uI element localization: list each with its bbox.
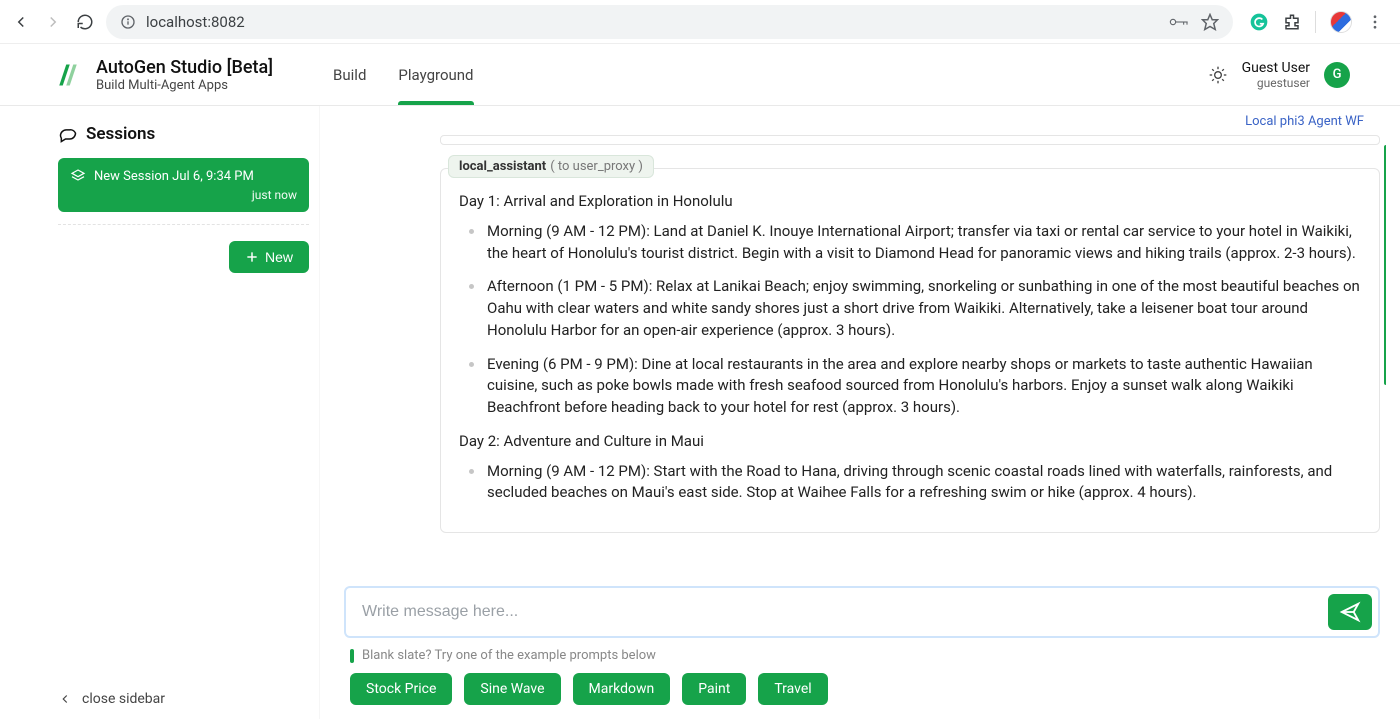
chat-scroll[interactable]: local_assistant ( to user_proxy ) Day 1:… [338,135,1386,576]
user-name: Guest User [1242,60,1310,76]
day1-title: Day 1: Arrival and Exploration in Honolu… [459,191,1361,213]
list-item: Afternoon (1 PM - 5 PM): Relax at Lanika… [459,276,1361,341]
app-logo-icon [54,61,82,89]
key-icon[interactable] [1169,15,1189,29]
list-item: Morning (9 AM - 12 PM): Start with the R… [459,461,1361,505]
profile-icon[interactable] [1330,11,1352,33]
app-subtitle: Build Multi-Agent Apps [96,78,273,93]
prompt-sine-wave[interactable]: Sine Wave [464,673,560,705]
user-id: guestuser [1242,76,1310,90]
content-area: Local phi3 Agent WF local_assistant ( to… [320,106,1400,719]
session-name: New Session Jul 6, 9:34 PM [94,169,254,184]
tab-build[interactable]: Build [333,44,366,105]
close-sidebar-button[interactable]: close sidebar [58,691,165,707]
grammarly-icon[interactable] [1249,12,1269,32]
sidebar: Sessions New Session Jul 6, 9:34 PM just… [0,106,320,719]
app-title: AutoGen Studio [Beta] [96,57,273,78]
forward-button[interactable] [42,11,64,33]
send-button[interactable] [1328,594,1372,630]
previous-message-edge [440,135,1380,145]
chat-icon [58,124,78,144]
session-card[interactable]: New Session Jul 6, 9:34 PM just now [58,158,309,212]
reload-button[interactable] [74,11,96,33]
back-button[interactable] [10,11,32,33]
day2-title: Day 2: Adventure and Culture in Maui [459,431,1361,453]
divider [58,224,309,225]
divider [1315,11,1316,33]
prompt-markdown[interactable]: Markdown [573,673,671,705]
list-item: Morning (9 AM - 12 PM): Land at Daniel K… [459,221,1361,265]
message-sender-chip: local_assistant ( to user_proxy ) [448,155,654,178]
prompt-hint: Blank slate? Try one of the example prom… [344,638,1380,673]
scrollbar-thumb[interactable] [1384,145,1386,385]
info-icon [120,14,136,30]
theme-toggle-icon[interactable] [1208,65,1228,85]
sessions-heading: Sessions [58,124,309,144]
plus-icon [245,250,259,264]
prompt-travel[interactable]: Travel [758,673,827,705]
tab-playground[interactable]: Playground [398,44,473,105]
app-header: AutoGen Studio [Beta] Build Multi-Agent … [0,44,1400,106]
url-text: localhost:8082 [146,13,245,31]
message-input-box[interactable] [344,586,1380,638]
session-age: just now [70,188,297,202]
address-bar[interactable]: localhost:8082 [106,5,1233,39]
browser-chrome: localhost:8082 [0,0,1400,44]
prompt-stock-price[interactable]: Stock Price [350,673,452,705]
new-session-button[interactable]: New [229,241,309,273]
list-item: Evening (6 PM - 9 PM): Dine at local res… [459,354,1361,419]
chevron-left-icon [58,692,72,706]
star-icon[interactable] [1201,13,1219,31]
message-input[interactable] [362,603,1328,621]
assistant-message-card: Day 1: Arrival and Exploration in Honolu… [440,168,1380,533]
layers-icon [70,168,86,184]
prompt-paint[interactable]: Paint [682,673,746,705]
hint-accent-bar [350,649,354,663]
send-icon [1339,601,1361,623]
menu-icon[interactable] [1366,13,1384,31]
extensions-icon[interactable] [1283,13,1301,31]
avatar[interactable]: G [1324,62,1350,88]
workflow-label[interactable]: Local phi3 Agent WF [338,106,1386,135]
